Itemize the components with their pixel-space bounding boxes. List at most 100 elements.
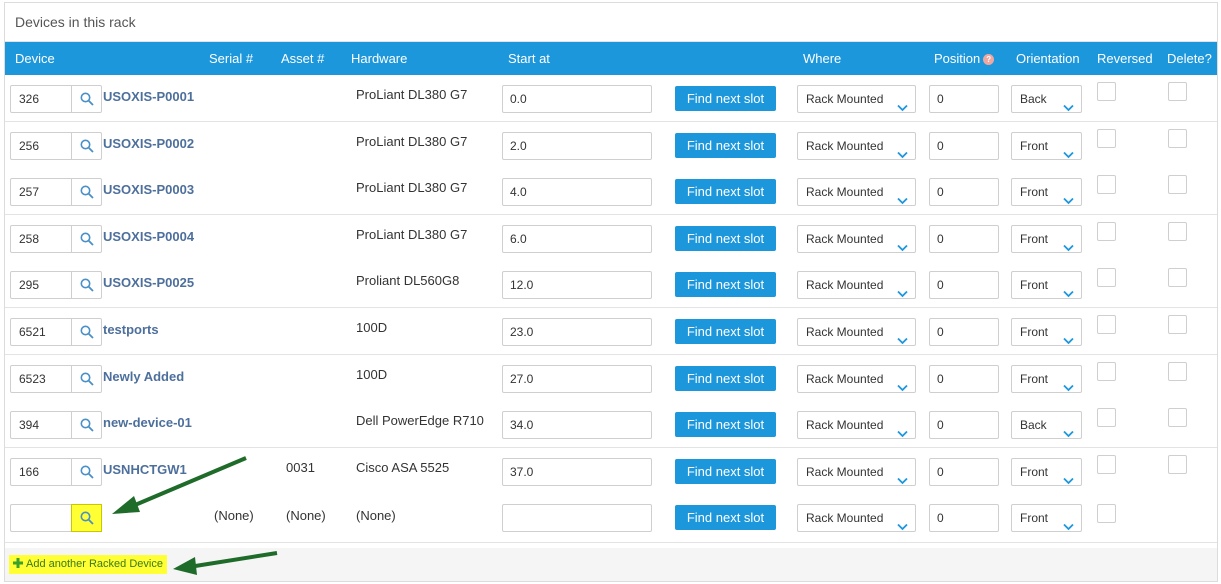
delete-checkbox[interactable]	[1168, 268, 1187, 287]
device-name-link[interactable]: USOXIS-P0003	[103, 182, 194, 197]
find-next-slot-button[interactable]: Find next slot	[675, 226, 776, 251]
reversed-checkbox[interactable]	[1097, 268, 1116, 287]
delete-checkbox[interactable]	[1168, 362, 1187, 381]
where-select[interactable]: Rack Mounted	[797, 458, 916, 486]
device-name-link[interactable]: USOXIS-P0004	[103, 229, 194, 244]
device-id-field[interactable]: 326	[10, 85, 102, 113]
orientation-select[interactable]: Front	[1011, 504, 1082, 532]
device-name-link[interactable]: testports	[103, 322, 159, 337]
where-select[interactable]: Rack Mounted	[797, 132, 916, 160]
device-id-field[interactable]: 295	[10, 271, 102, 299]
search-icon[interactable]	[71, 226, 101, 252]
help-icon[interactable]: ?	[983, 54, 995, 65]
start-at-input[interactable]: 23.0	[502, 318, 652, 346]
reversed-checkbox[interactable]	[1097, 82, 1116, 101]
table-row: 257 USOXIS-P0003 ProLiant DL380 G7 4.0 Find …	[5, 168, 1217, 215]
search-icon[interactable]	[71, 504, 102, 532]
find-next-slot-button[interactable]: Find next slot	[675, 86, 776, 111]
where-select[interactable]: Rack Mounted	[797, 225, 916, 253]
search-icon[interactable]	[71, 272, 101, 298]
orientation-select[interactable]: Back	[1011, 85, 1082, 113]
start-at-input[interactable]: 37.0	[502, 458, 652, 486]
start-at-input[interactable]: 12.0	[502, 271, 652, 299]
orientation-select[interactable]: Front	[1011, 318, 1082, 346]
search-icon[interactable]	[71, 133, 101, 159]
reversed-checkbox[interactable]	[1097, 455, 1116, 474]
reversed-checkbox[interactable]	[1097, 362, 1116, 381]
reversed-checkbox[interactable]	[1097, 315, 1116, 334]
position-input[interactable]: 0	[929, 504, 999, 532]
where-select[interactable]: Rack Mounted	[797, 178, 916, 206]
start-at-input[interactable]	[502, 504, 652, 532]
delete-checkbox[interactable]	[1168, 222, 1187, 241]
position-input[interactable]: 0	[929, 132, 999, 160]
delete-checkbox[interactable]	[1168, 82, 1187, 101]
start-at-input[interactable]: 2.0	[502, 132, 652, 160]
find-next-slot-button[interactable]: Find next slot	[675, 319, 776, 344]
search-icon[interactable]	[71, 459, 101, 485]
find-next-slot-button[interactable]: Find next slot	[675, 179, 776, 204]
reversed-checkbox[interactable]	[1097, 504, 1116, 523]
device-name-link[interactable]: USOXIS-P0025	[103, 275, 194, 290]
device-id-field[interactable]	[10, 504, 102, 532]
start-at-input[interactable]: 4.0	[502, 178, 652, 206]
find-next-slot-button[interactable]: Find next slot	[675, 505, 776, 530]
add-racked-device-link[interactable]: Add another Racked Device	[9, 555, 167, 574]
reversed-checkbox[interactable]	[1097, 175, 1116, 194]
find-next-slot-button[interactable]: Find next slot	[675, 272, 776, 297]
where-select[interactable]: Rack Mounted	[797, 318, 916, 346]
where-select[interactable]: Rack Mounted	[797, 504, 916, 532]
orientation-select[interactable]: Front	[1011, 132, 1082, 160]
position-input[interactable]: 0	[929, 458, 999, 486]
device-id-field[interactable]: 6523	[10, 365, 102, 393]
device-id-field[interactable]: 166	[10, 458, 102, 486]
delete-checkbox[interactable]	[1168, 175, 1187, 194]
start-at-input[interactable]: 6.0	[502, 225, 652, 253]
delete-checkbox[interactable]	[1168, 129, 1187, 148]
reversed-checkbox[interactable]	[1097, 408, 1116, 427]
orientation-select[interactable]: Front	[1011, 458, 1082, 486]
search-icon[interactable]	[71, 366, 101, 392]
position-input[interactable]: 0	[929, 411, 999, 439]
orientation-select[interactable]: Front	[1011, 178, 1082, 206]
orientation-select[interactable]: Front	[1011, 225, 1082, 253]
device-name-link[interactable]: USOXIS-P0001	[103, 89, 194, 104]
search-icon[interactable]	[71, 319, 101, 345]
orientation-select[interactable]: Back	[1011, 411, 1082, 439]
orientation-select[interactable]: Front	[1011, 271, 1082, 299]
find-next-slot-button[interactable]: Find next slot	[675, 133, 776, 158]
where-select[interactable]: Rack Mounted	[797, 411, 916, 439]
start-at-input[interactable]: 0.0	[502, 85, 652, 113]
reversed-checkbox[interactable]	[1097, 222, 1116, 241]
device-id-field[interactable]: 394	[10, 411, 102, 439]
delete-checkbox[interactable]	[1168, 315, 1187, 334]
search-icon[interactable]	[71, 412, 101, 438]
device-id-field[interactable]: 257	[10, 178, 102, 206]
device-name-link[interactable]: USOXIS-P0002	[103, 136, 194, 151]
device-name-link[interactable]: new-device-01	[103, 415, 192, 430]
where-select[interactable]: Rack Mounted	[797, 85, 916, 113]
device-name-link[interactable]: Newly Added	[103, 369, 184, 384]
find-next-slot-button[interactable]: Find next slot	[675, 459, 776, 484]
orientation-select[interactable]: Front	[1011, 365, 1082, 393]
position-input[interactable]: 0	[929, 318, 999, 346]
device-id-field[interactable]: 258	[10, 225, 102, 253]
delete-checkbox[interactable]	[1168, 455, 1187, 474]
find-next-slot-button[interactable]: Find next slot	[675, 366, 776, 391]
position-input[interactable]: 0	[929, 271, 999, 299]
position-input[interactable]: 0	[929, 178, 999, 206]
device-id-field[interactable]: 6521	[10, 318, 102, 346]
search-icon[interactable]	[71, 86, 101, 112]
start-at-input[interactable]: 34.0	[502, 411, 652, 439]
where-select[interactable]: Rack Mounted	[797, 271, 916, 299]
position-input[interactable]: 0	[929, 365, 999, 393]
reversed-checkbox[interactable]	[1097, 129, 1116, 148]
position-input[interactable]: 0	[929, 85, 999, 113]
delete-checkbox[interactable]	[1168, 408, 1187, 427]
search-icon[interactable]	[71, 179, 101, 205]
device-id-field[interactable]: 256	[10, 132, 102, 160]
position-input[interactable]: 0	[929, 225, 999, 253]
where-select[interactable]: Rack Mounted	[797, 365, 916, 393]
find-next-slot-button[interactable]: Find next slot	[675, 412, 776, 437]
start-at-input[interactable]: 27.0	[502, 365, 652, 393]
